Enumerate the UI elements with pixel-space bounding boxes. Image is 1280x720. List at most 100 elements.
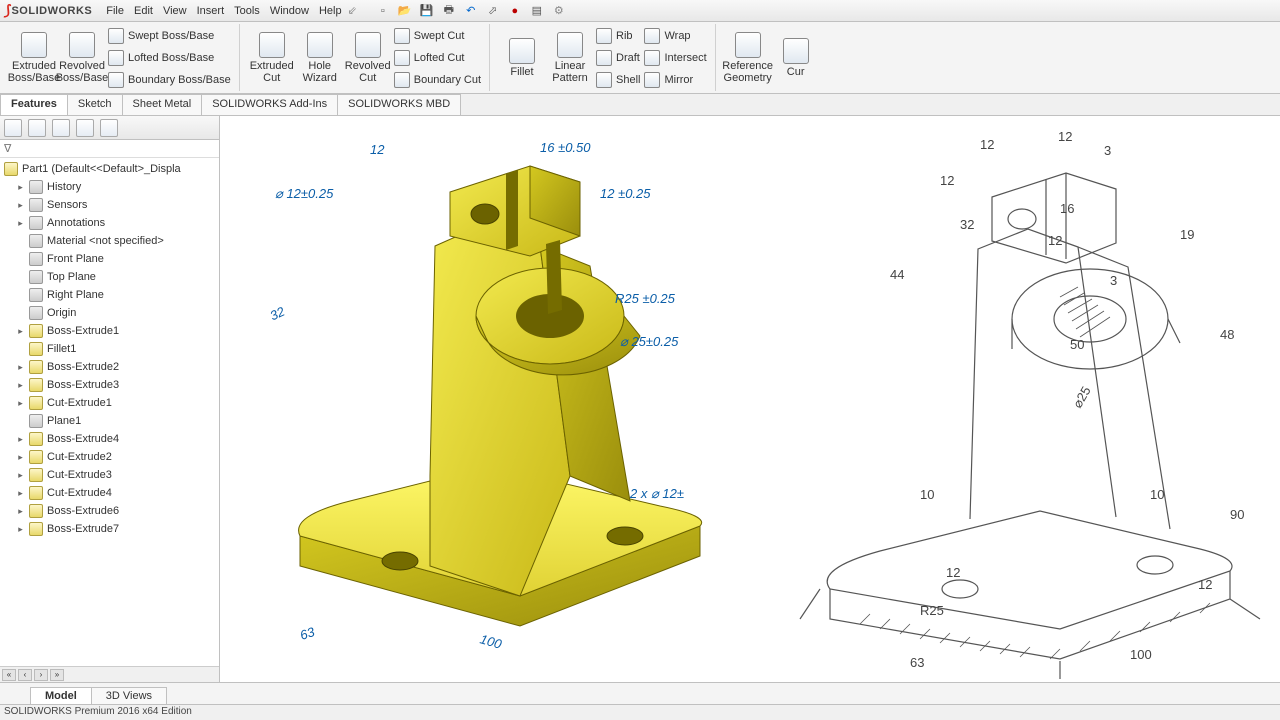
tree-right-plane[interactable]: Right Plane xyxy=(4,286,215,304)
extruded-boss-button[interactable]: Extruded Boss/Base xyxy=(10,25,58,91)
svg-text:12: 12 xyxy=(940,173,954,188)
fm-tab-property-icon[interactable] xyxy=(28,119,46,137)
tree-cut-extrude1[interactable]: ▸Cut-Extrude1 xyxy=(4,394,215,412)
scroll-next-icon[interactable]: › xyxy=(34,669,48,681)
tab-sketch[interactable]: Sketch xyxy=(67,94,123,115)
dim-r25: R25 ±0.25 xyxy=(615,291,675,306)
scroll-last-icon[interactable]: » xyxy=(50,669,64,681)
menu-file[interactable]: File xyxy=(106,5,124,17)
menu-window[interactable]: Window xyxy=(270,5,309,17)
svg-text:3: 3 xyxy=(1104,143,1111,158)
feature-tree-filter[interactable]: ∇ xyxy=(0,140,219,158)
bottom-tab-model[interactable]: Model xyxy=(30,687,92,704)
dim-12-top: 12 xyxy=(370,142,384,157)
tree-sensors[interactable]: ▸Sensors xyxy=(4,196,215,214)
tab-sheet-metal[interactable]: Sheet Metal xyxy=(122,94,203,115)
svg-text:16: 16 xyxy=(1060,201,1074,216)
boundary-cut-button[interactable]: Boundary Cut xyxy=(392,70,483,90)
fm-tab-tree-icon[interactable] xyxy=(4,119,22,137)
tab-features[interactable]: Features xyxy=(0,94,68,115)
fm-tab-dimxpert-icon[interactable] xyxy=(76,119,94,137)
svg-text:12: 12 xyxy=(980,137,994,152)
tree-origin[interactable]: Origin xyxy=(4,304,215,322)
wrap-button[interactable]: Wrap xyxy=(642,26,708,46)
graphics-viewport[interactable]: 12 16 ±0.50 ⌀ 12±0.25 12 ±0.25 32 R25 ±0… xyxy=(220,116,1280,682)
rebuild-icon[interactable]: ● xyxy=(507,3,523,19)
svg-text:⌀25: ⌀25 xyxy=(1070,384,1094,411)
tree-cut-extrude4[interactable]: ▸Cut-Extrude4 xyxy=(4,484,215,502)
scroll-first-icon[interactable]: « xyxy=(2,669,16,681)
undo-icon[interactable]: ↶ xyxy=(463,3,479,19)
dim-2x-phi12: 2 x ⌀ 12± xyxy=(630,486,684,502)
draft-button[interactable]: Draft xyxy=(594,48,642,68)
tree-cut-extrude2[interactable]: ▸Cut-Extrude2 xyxy=(4,448,215,466)
ribbon: Extruded Boss/Base Revolved Boss/Base Sw… xyxy=(0,22,1280,94)
fm-tab-display-icon[interactable] xyxy=(100,119,118,137)
shell-button[interactable]: Shell xyxy=(594,70,642,90)
save-icon[interactable]: 💾 xyxy=(419,3,435,19)
title-bar: ⟆ SOLIDWORKS File Edit View Insert Tools… xyxy=(0,0,1280,22)
settings-icon[interactable]: ⚙ xyxy=(551,3,567,19)
svg-text:10: 10 xyxy=(920,487,934,502)
menu-tools[interactable]: Tools xyxy=(234,5,260,17)
fillet-button[interactable]: Fillet xyxy=(498,25,546,91)
options-icon[interactable]: ▤ xyxy=(529,3,545,19)
tree-material[interactable]: Material <not specified> xyxy=(4,232,215,250)
swept-boss-button[interactable]: Swept Boss/Base xyxy=(106,26,233,46)
tree-front-plane[interactable]: Front Plane xyxy=(4,250,215,268)
tree-boss-extrude3[interactable]: ▸Boss-Extrude3 xyxy=(4,376,215,394)
brand-label: SOLIDWORKS xyxy=(11,5,92,17)
tree-history[interactable]: ▸History xyxy=(4,178,215,196)
rib-button[interactable]: Rib xyxy=(594,26,642,46)
bottom-tabs: Model 3D Views xyxy=(0,682,1280,704)
svg-text:100: 100 xyxy=(1130,647,1152,662)
dim-12-right: 12 ±0.25 xyxy=(600,186,651,201)
ribbon-features-group: Fillet Linear Pattern Rib Draft Shell Wr… xyxy=(492,24,716,91)
tree-boss-extrude1[interactable]: ▸Boss-Extrude1 xyxy=(4,322,215,340)
mirror-button[interactable]: Mirror xyxy=(642,70,708,90)
select-icon[interactable]: ⬀ xyxy=(485,3,501,19)
tree-boss-extrude2[interactable]: ▸Boss-Extrude2 xyxy=(4,358,215,376)
tree-top-plane[interactable]: Top Plane xyxy=(4,268,215,286)
tree-boss-extrude4[interactable]: ▸Boss-Extrude4 xyxy=(4,430,215,448)
menu-view[interactable]: View xyxy=(163,5,187,17)
open-icon[interactable]: 📂 xyxy=(397,3,413,19)
tree-scroll-controls: « ‹ › » xyxy=(0,666,219,682)
tree-cut-extrude3[interactable]: ▸Cut-Extrude3 xyxy=(4,466,215,484)
tree-plane1[interactable]: Plane1 xyxy=(4,412,215,430)
feature-tree[interactable]: Part1 (Default<<Default>_Displa ▸History… xyxy=(0,158,219,666)
new-icon[interactable]: ▫ xyxy=(375,3,391,19)
extruded-cut-button[interactable]: Extruded Cut xyxy=(248,25,296,91)
revolved-boss-button[interactable]: Revolved Boss/Base xyxy=(58,25,106,91)
menu-insert[interactable]: Insert xyxy=(197,5,225,17)
revolved-cut-button[interactable]: Revolved Cut xyxy=(344,25,392,91)
tree-boss-extrude7[interactable]: ▸Boss-Extrude7 xyxy=(4,520,215,538)
menu-help[interactable]: Help xyxy=(319,5,342,17)
feature-manager-tabs xyxy=(0,116,219,140)
print-icon[interactable]: 🖶 xyxy=(441,3,457,19)
tree-fillet1[interactable]: Fillet1 xyxy=(4,340,215,358)
svg-text:12: 12 xyxy=(1198,577,1212,592)
svg-text:3: 3 xyxy=(1110,273,1117,288)
ribbon-boss-group: Extruded Boss/Base Revolved Boss/Base Sw… xyxy=(4,24,240,91)
scroll-prev-icon[interactable]: ‹ xyxy=(18,669,32,681)
boundary-boss-button[interactable]: Boundary Boss/Base xyxy=(106,70,233,90)
svg-text:12: 12 xyxy=(1048,233,1062,248)
menu-edit[interactable]: Edit xyxy=(134,5,153,17)
curves-button[interactable]: Cur xyxy=(772,25,820,91)
swept-cut-button[interactable]: Swept Cut xyxy=(392,26,483,46)
bottom-tab-3dviews[interactable]: 3D Views xyxy=(91,687,167,704)
svg-text:90: 90 xyxy=(1230,507,1244,522)
tree-root[interactable]: Part1 (Default<<Default>_Displa xyxy=(4,160,215,178)
intersect-button[interactable]: Intersect xyxy=(642,48,708,68)
fm-tab-config-icon[interactable] xyxy=(52,119,70,137)
lofted-cut-button[interactable]: Lofted Cut xyxy=(392,48,483,68)
hole-wizard-button[interactable]: Hole Wizard xyxy=(296,25,344,91)
linear-pattern-button[interactable]: Linear Pattern xyxy=(546,25,594,91)
lofted-boss-button[interactable]: Lofted Boss/Base xyxy=(106,48,233,68)
reference-geometry-button[interactable]: Reference Geometry xyxy=(724,25,772,91)
menu-pin-icon[interactable]: ⇙ xyxy=(348,4,357,17)
status-bar: SOLIDWORKS Premium 2016 x64 Edition xyxy=(0,704,1280,720)
tree-boss-extrude6[interactable]: ▸Boss-Extrude6 xyxy=(4,502,215,520)
tree-annotations[interactable]: ▸Annotations xyxy=(4,214,215,232)
